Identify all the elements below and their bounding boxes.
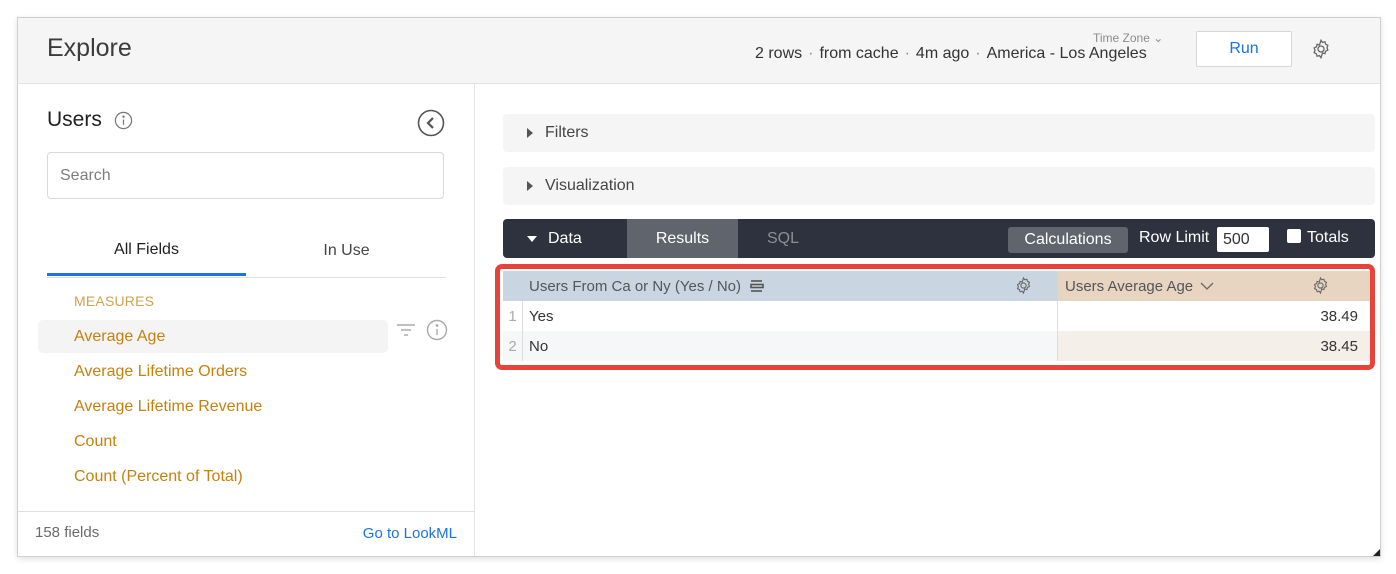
- data-bar: Data Results SQL Calculations Row Limit …: [503, 219, 1375, 258]
- explore-main: Filters Visualization Data Results SQL C…: [475, 84, 1380, 556]
- field-actions: [396, 319, 448, 341]
- search-input[interactable]: [47, 152, 444, 199]
- field-item[interactable]: Count: [38, 425, 388, 458]
- expand-icon: [527, 181, 533, 191]
- visualization-panel[interactable]: Visualization: [503, 167, 1375, 205]
- run-button[interactable]: Run: [1196, 31, 1292, 67]
- data-label: Data: [548, 229, 582, 247]
- row-count: 2 rows: [755, 45, 803, 62]
- explore-window: Explore Time Zone ⌄ 2 rows · from cache · 4m…: [17, 17, 1381, 557]
- field-count: 158 fields: [35, 524, 100, 541]
- separator: ·: [975, 45, 981, 62]
- highlight-annotation: [495, 264, 1375, 370]
- gear-icon[interactable]: [1310, 38, 1332, 60]
- separator: ·: [904, 45, 910, 62]
- calculations-button[interactable]: Calculations: [1008, 227, 1128, 253]
- expand-icon: [527, 128, 533, 138]
- measures-group-label: MEASURES: [74, 293, 155, 309]
- row-limit-input[interactable]: [1217, 227, 1269, 252]
- query-age: 4m ago: [915, 45, 970, 62]
- tab-all-fields[interactable]: All Fields: [47, 226, 246, 276]
- cache-status: from cache: [819, 45, 899, 62]
- field-item[interactable]: Count (Percent of Total): [38, 460, 388, 493]
- separator: ·: [808, 45, 814, 62]
- collapse-icon: [527, 235, 537, 242]
- go-to-lookml-link[interactable]: Go to LookML: [363, 525, 457, 542]
- timezone-dropdown[interactable]: Time Zone ⌄: [1093, 31, 1163, 45]
- row-limit-label: Row Limit: [1139, 229, 1210, 246]
- timezone-value[interactable]: America - Los Angeles: [987, 45, 1147, 62]
- sidebar-footer: 158 fields Go to LookML: [18, 511, 474, 556]
- filters-panel[interactable]: Filters: [503, 114, 1375, 152]
- tab-sql[interactable]: SQL: [738, 219, 828, 258]
- collapse-sidebar-icon[interactable]: [417, 109, 445, 137]
- resize-handle[interactable]: [1373, 549, 1380, 556]
- explore-name: Users: [47, 108, 102, 131]
- field-tabs: All Fields In Use: [47, 226, 446, 278]
- field-item[interactable]: Average Lifetime Revenue: [38, 390, 388, 423]
- tab-in-use[interactable]: In Use: [247, 226, 446, 275]
- totals-label: Totals: [1307, 229, 1349, 246]
- visualization-label: Visualization: [545, 177, 635, 194]
- explore-header: Explore Time Zone ⌄ 2 rows · from cache · 4m…: [18, 18, 1380, 84]
- info-icon[interactable]: [114, 111, 133, 130]
- info-icon[interactable]: [426, 319, 448, 341]
- field-item[interactable]: Average Lifetime Orders: [38, 355, 388, 388]
- query-meta: 2 rows · from cache · 4m ago · America - Los A…: [755, 45, 1147, 63]
- filters-label: Filters: [545, 124, 589, 141]
- data-toggle[interactable]: Data: [503, 219, 627, 258]
- page-title: Explore: [47, 34, 132, 62]
- filter-icon[interactable]: [396, 322, 416, 338]
- field-picker: Users All Fields In Use MEASURES Average…: [18, 84, 475, 556]
- field-item[interactable]: Average Age: [38, 320, 388, 353]
- totals-checkbox[interactable]: [1287, 229, 1301, 243]
- tab-results[interactable]: Results: [627, 219, 738, 258]
